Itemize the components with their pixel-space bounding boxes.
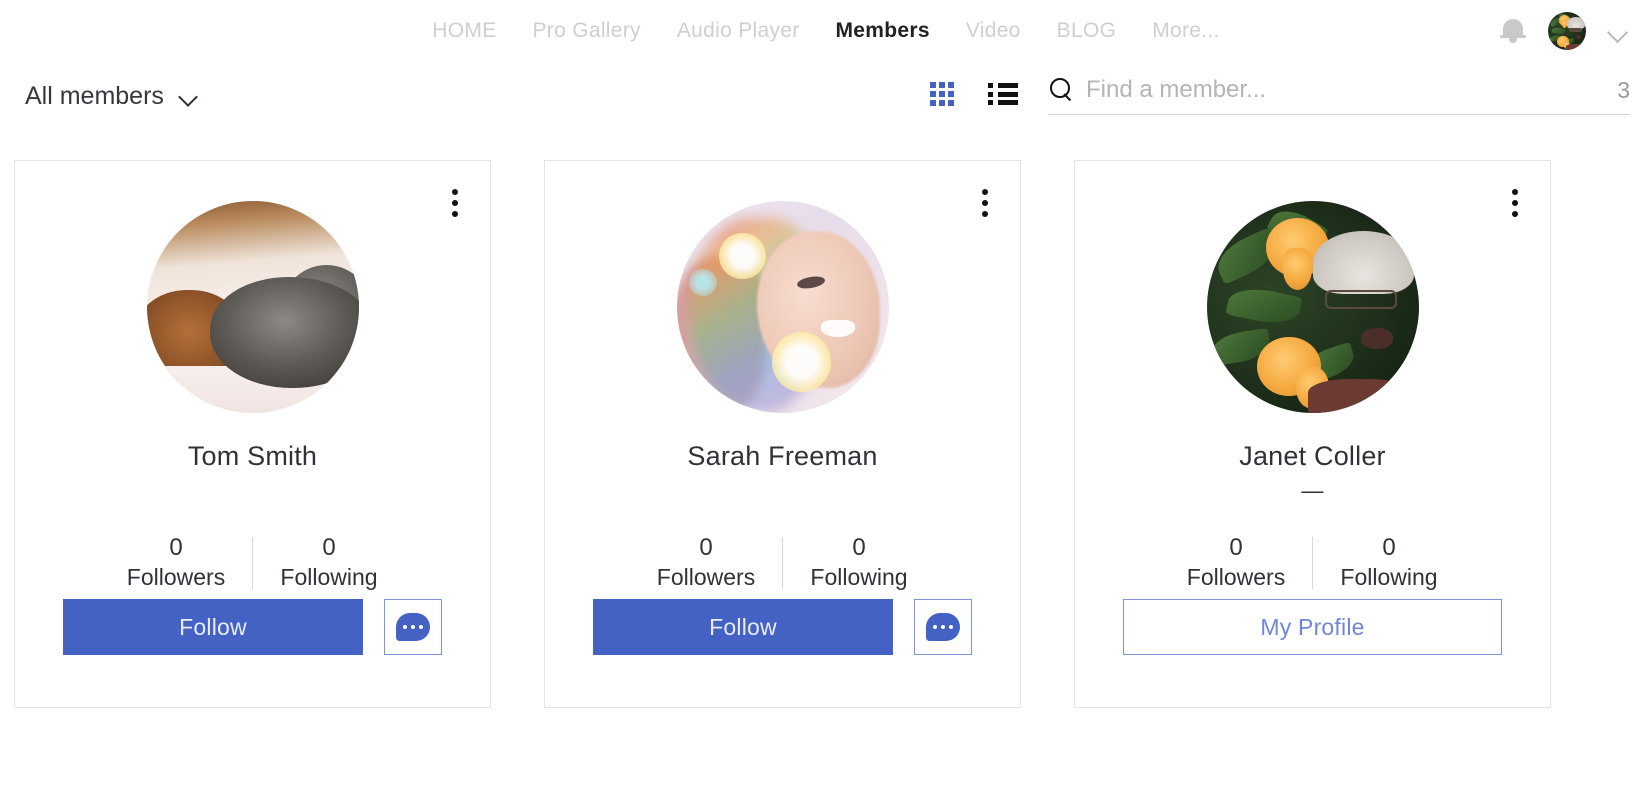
member-count: 3 — [1617, 76, 1630, 103]
member-subtitle: — — [1301, 478, 1324, 503]
more-vertical-icon[interactable] — [448, 185, 462, 221]
avatar[interactable] — [676, 201, 889, 413]
member-stats: 0 Followers 0 Following — [1075, 534, 1550, 593]
followers-label: Followers — [126, 563, 226, 590]
member-name: Sarah Freeman — [687, 441, 878, 471]
avatar[interactable] — [146, 201, 359, 413]
followers-stat[interactable]: 0 Followers — [100, 534, 252, 593]
search-bar: 3 — [1048, 76, 1630, 115]
more-vertical-icon[interactable] — [978, 185, 992, 221]
nav-item-blog[interactable]: BLOG — [1057, 19, 1117, 43]
member-name: Tom Smith — [187, 441, 318, 471]
list-view-icon[interactable] — [988, 83, 1018, 105]
message-button[interactable] — [384, 599, 442, 655]
following-label: Following — [810, 563, 908, 590]
members-toolbar: All members 3 — [0, 62, 1652, 150]
followers-stat[interactable]: 0 Followers — [1160, 534, 1312, 593]
followers-count: 0 — [1229, 534, 1243, 561]
followers-count: 0 — [169, 534, 183, 561]
main-nav-list: HOME Pro Gallery Audio Player Members Vi… — [432, 19, 1219, 43]
following-label: Following — [1340, 563, 1438, 590]
view-toggle-group — [930, 76, 1018, 106]
chat-bubble-icon — [396, 613, 430, 641]
member-card[interactable]: Janet Coller — 0 Followers 0 Following M… — [1074, 160, 1551, 708]
following-count: 0 — [322, 534, 336, 561]
members-filter-label: All members — [25, 82, 164, 110]
following-label: Following — [280, 563, 378, 590]
avatar[interactable] — [1206, 201, 1419, 413]
following-stat[interactable]: 0 Following — [1313, 534, 1465, 593]
card-actions: Follow — [545, 599, 1020, 655]
following-stat[interactable]: 0 Following — [783, 534, 935, 593]
follow-button[interactable]: Follow — [63, 599, 363, 655]
nav-item-pro-gallery[interactable]: Pro Gallery — [533, 19, 641, 43]
member-card[interactable]: Sarah Freeman 0 Followers 0 Following Fo… — [544, 160, 1021, 708]
nav-item-video[interactable]: Video — [966, 19, 1021, 43]
my-profile-button[interactable]: My Profile — [1123, 599, 1502, 655]
members-grid: Tom Smith 0 Followers 0 Following Follow — [0, 160, 1652, 708]
card-actions: Follow — [15, 599, 490, 655]
followers-label: Followers — [1186, 563, 1286, 590]
chevron-down-icon[interactable] — [1608, 21, 1628, 41]
following-count: 0 — [1382, 534, 1396, 561]
member-name: Janet Coller — [1239, 441, 1386, 471]
member-card[interactable]: Tom Smith 0 Followers 0 Following Follow — [14, 160, 491, 708]
follow-button[interactable]: Follow — [593, 599, 893, 655]
card-actions: My Profile — [1075, 599, 1550, 655]
chat-bubble-icon — [926, 613, 960, 641]
bell-icon[interactable] — [1500, 17, 1526, 45]
grid-view-icon[interactable] — [930, 82, 954, 106]
following-count: 0 — [852, 534, 866, 561]
followers-stat[interactable]: 0 Followers — [630, 534, 782, 593]
member-stats: 0 Followers 0 Following — [15, 534, 490, 593]
message-button[interactable] — [914, 599, 972, 655]
search-input[interactable] — [1086, 76, 1604, 104]
nav-item-more[interactable]: More... — [1152, 19, 1219, 43]
chevron-down-icon — [180, 88, 198, 106]
search-icon[interactable] — [1048, 77, 1074, 103]
nav-item-members[interactable]: Members — [836, 19, 930, 43]
followers-label: Followers — [656, 563, 756, 590]
member-stats: 0 Followers 0 Following — [545, 534, 1020, 593]
members-filter-dropdown[interactable]: All members — [25, 82, 198, 111]
header-account-area — [1500, 0, 1628, 62]
nav-item-audio-player[interactable]: Audio Player — [677, 19, 800, 43]
more-vertical-icon[interactable] — [1508, 185, 1522, 221]
top-navigation-bar: HOME Pro Gallery Audio Player Members Vi… — [0, 0, 1652, 62]
following-stat[interactable]: 0 Following — [253, 534, 405, 593]
followers-count: 0 — [699, 534, 713, 561]
avatar[interactable] — [1548, 12, 1586, 50]
toolbar-right-group: 3 — [930, 76, 1630, 115]
nav-item-home[interactable]: HOME — [432, 19, 496, 43]
